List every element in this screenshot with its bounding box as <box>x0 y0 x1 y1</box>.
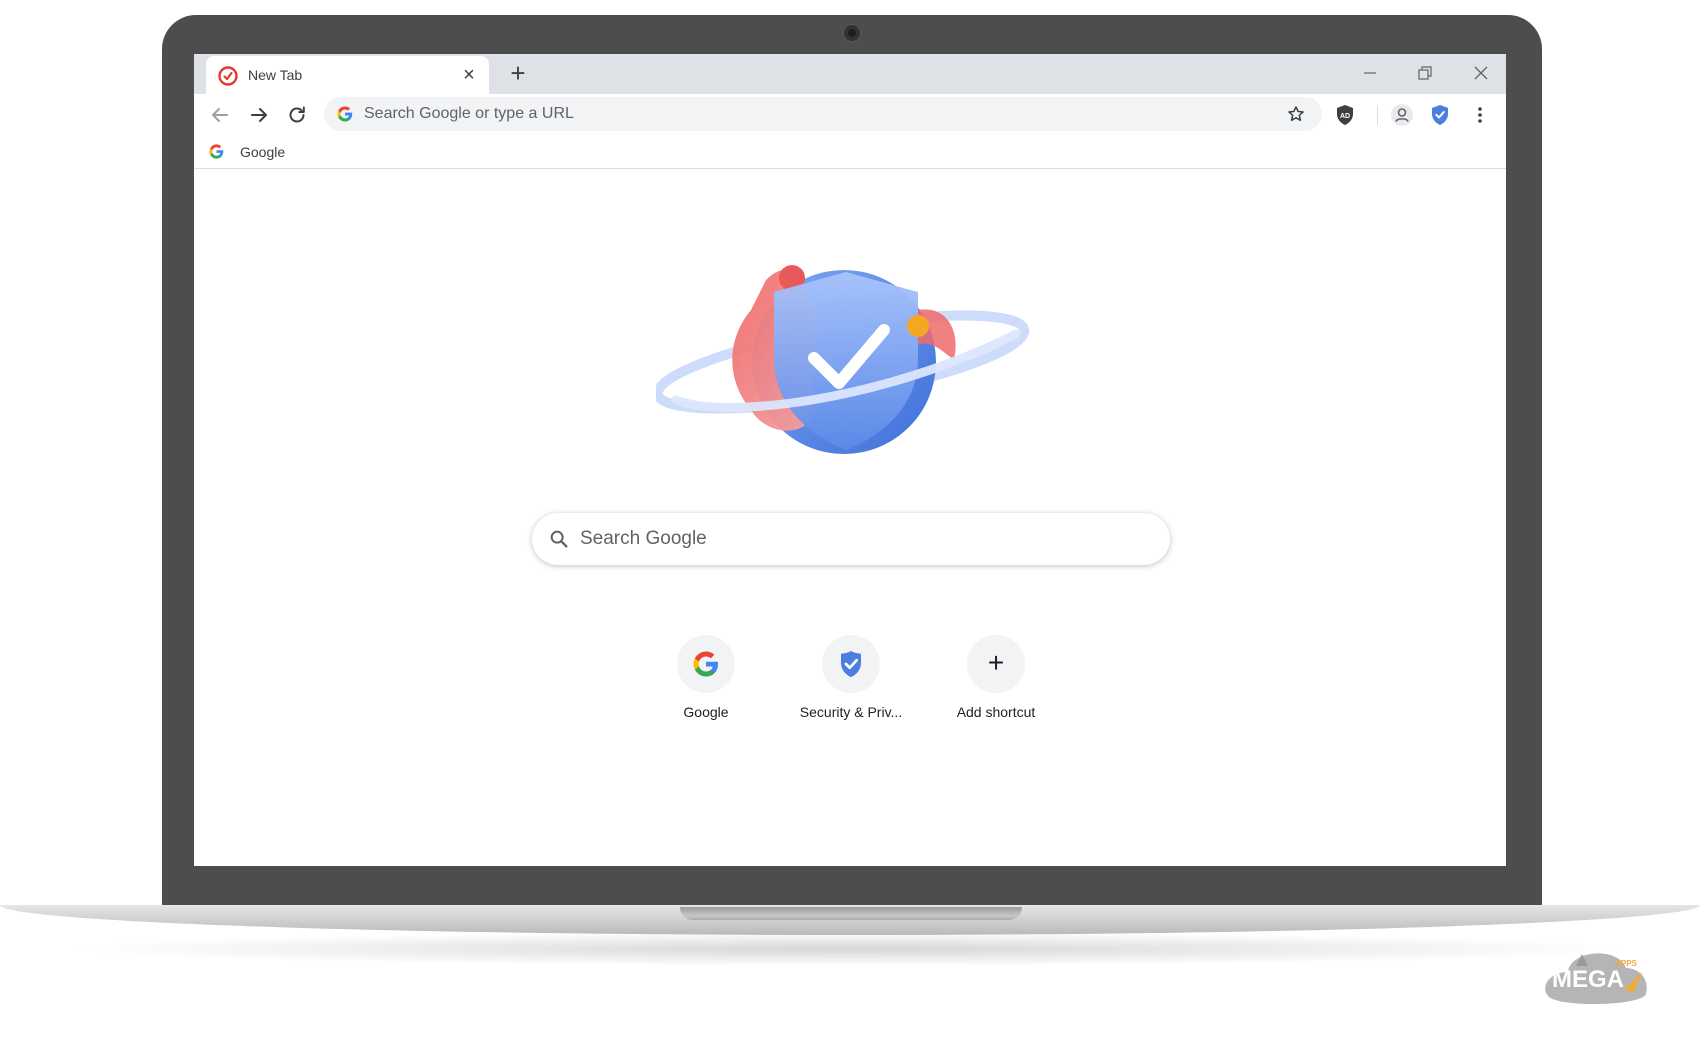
omnibox-placeholder: Search Google or type a URL <box>364 105 574 122</box>
tab-favicon-icon <box>218 66 238 86</box>
google-g-icon <box>693 651 718 677</box>
security-shield-illustration <box>656 265 1030 454</box>
google-g-icon <box>209 144 224 159</box>
search-icon <box>550 530 568 548</box>
shortcut-security-privacy[interactable]: Security & Priv... <box>795 635 907 725</box>
laptop-hinge-notch <box>680 907 1022 920</box>
tab-new-tab[interactable]: New Tab × <box>206 56 489 94</box>
toolbar: Search Google or type a URL AD <box>194 94 1506 136</box>
tab-title: New Tab <box>248 67 303 83</box>
back-arrow-icon[interactable] <box>208 103 232 127</box>
webcam <box>844 25 860 41</box>
google-g-icon <box>337 106 353 122</box>
tab-close-icon[interactable]: × <box>458 64 480 86</box>
bookmarks-bar: Google <box>194 136 1506 169</box>
laptop-shadow <box>60 932 1640 966</box>
shortcut-tile: + <box>967 635 1025 693</box>
profile-avatar-icon[interactable] <box>1390 103 1414 127</box>
browser-window: New Tab × + Search Google or type a URL … <box>194 54 1506 866</box>
minimize-icon[interactable] <box>1359 62 1381 84</box>
new-tab-button[interactable]: + <box>506 60 530 86</box>
svg-text:AD: AD <box>1340 113 1350 120</box>
forward-arrow-icon[interactable] <box>247 103 271 127</box>
ntp-search-box[interactable]: Search Google <box>532 513 1170 565</box>
bookmark-star-icon[interactable] <box>1286 104 1306 124</box>
add-shortcut-button[interactable]: + Add shortcut <box>940 635 1052 725</box>
shortcut-label: Security & Priv... <box>799 704 903 720</box>
shield-check-icon <box>841 650 861 678</box>
watermark-text: MEGA <box>1552 966 1624 993</box>
watermark-subtext: APPS <box>1615 959 1637 968</box>
reload-icon[interactable] <box>285 103 309 127</box>
tab-strip: New Tab × + <box>194 54 1506 94</box>
shortcut-tile <box>822 635 880 693</box>
security-shield-extension-icon[interactable] <box>1428 103 1452 127</box>
search-placeholder: Search Google <box>580 528 707 549</box>
more-menu-icon[interactable] <box>1468 103 1492 127</box>
shortcut-label: Add shortcut <box>956 704 1036 720</box>
restore-icon[interactable] <box>1414 62 1436 84</box>
mega-apps-watermark-logo: MEGA APPS <box>1545 953 1647 1005</box>
bookmark-label: Google <box>240 144 286 160</box>
omnibox[interactable]: Search Google or type a URL <box>324 97 1322 131</box>
toolbar-divider <box>1377 105 1378 125</box>
shortcut-google[interactable]: Google <box>650 635 762 725</box>
close-window-icon[interactable] <box>1470 62 1492 84</box>
plus-icon: + <box>987 647 1005 678</box>
shortcut-tile <box>677 635 735 693</box>
shortcut-label: Google <box>683 704 729 720</box>
adblock-extension-icon[interactable]: AD <box>1333 103 1357 127</box>
